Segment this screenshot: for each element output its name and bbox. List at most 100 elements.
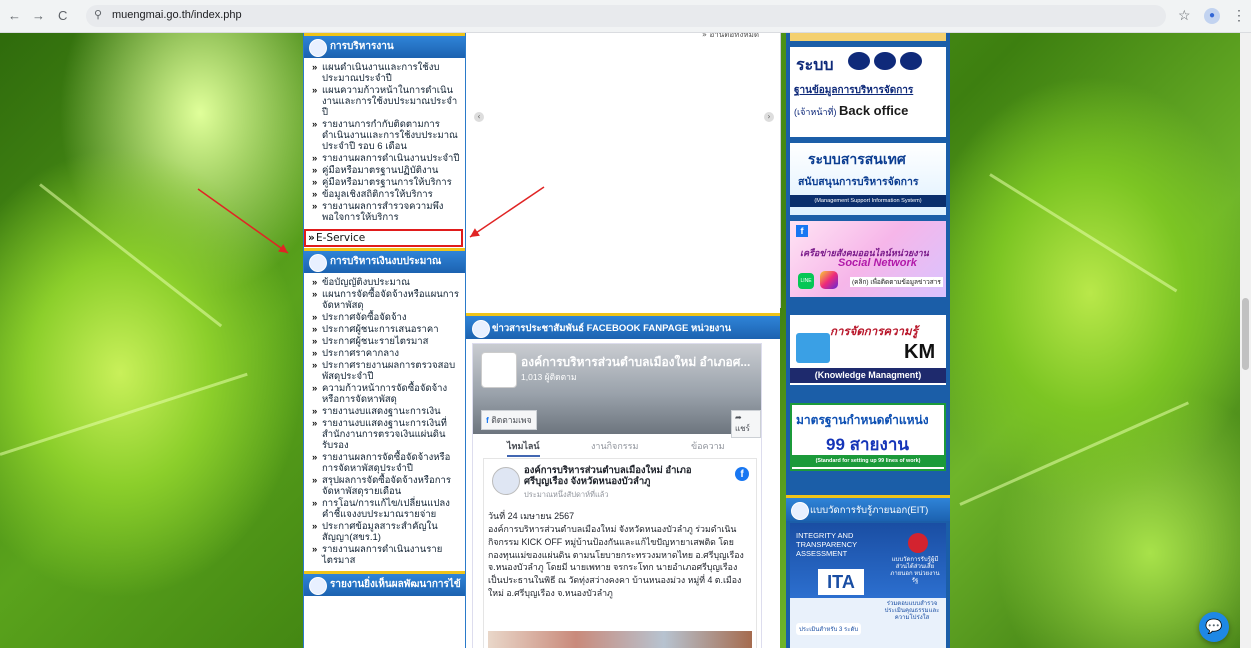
menu-item[interactable]: สรุปผลการจัดซื้อจัดจ้างหรือการจัดหาพัสดุ… bbox=[312, 475, 461, 497]
facebook-icon: f bbox=[796, 225, 808, 237]
post-author-name[interactable]: องค์การบริหารส่วนตำบลเมืองใหม่ อำเภอศรีบ… bbox=[524, 465, 724, 487]
carousel-prev-icon[interactable]: ‹ bbox=[474, 112, 484, 122]
menu-item[interactable]: รายงานงบแสดงฐานะการเงิน bbox=[312, 406, 461, 417]
line-icon: LINE bbox=[798, 273, 814, 289]
menu-item[interactable]: ประกาศผู้ชนะการเสนอราคา bbox=[312, 324, 461, 335]
book-icon bbox=[796, 333, 830, 363]
annotation-arrow-left bbox=[197, 188, 289, 254]
menu-item[interactable]: แผนการจัดซื้อจัดจ้างหรือแผนการจัดหาพัสดุ bbox=[312, 289, 461, 311]
menu-item[interactable]: ประกาศผู้ชนะรายไตรมาส bbox=[312, 336, 461, 347]
menu-item[interactable]: รายงานผลการสำรวจความพึงพอใจการให้บริการ bbox=[312, 201, 461, 223]
menu-item[interactable]: แผนความก้าวหน้าในการดำเนินงานและการใช้งบ… bbox=[312, 85, 461, 118]
e-service-link[interactable]: E-Service bbox=[304, 229, 463, 247]
address-bar[interactable]: ⚲ muengmai.go.th/index.php bbox=[86, 5, 1166, 27]
read-all-link[interactable]: » อ่านต่อทั้งหมด bbox=[702, 33, 759, 41]
section-header-report: รายงานยิ่งเห็นผลพัฒนาการไข้ bbox=[304, 571, 465, 596]
smp-backoffice-banner[interactable]: ระบบ ฐานข้อมูลการบริหารจัดการ (เจ้าหน้าท… bbox=[790, 47, 946, 137]
menu-item[interactable]: ข้อมูลเชิงสถิติการให้บริการ bbox=[312, 189, 461, 200]
info-system-banner[interactable]: ระบบสารสนเทศ สนับสนุนการบริหารจัดการ (Ma… bbox=[790, 143, 946, 215]
top-banner-partial[interactable] bbox=[790, 33, 946, 41]
person-icon bbox=[908, 533, 928, 553]
social-network-banner[interactable]: f เครือข่ายสังคมออนไลน์หน่วยงาน Social N… bbox=[790, 221, 946, 297]
section-title: แบบวัดการรับรู้ภายนอก(EIT) bbox=[810, 505, 929, 516]
bookmark-star-icon[interactable]: ☆ bbox=[1178, 7, 1191, 24]
budget-menu: ข้อบัญญัติงบประมาณ แผนการจัดซื้อจัดจ้างห… bbox=[304, 273, 465, 571]
menu-item[interactable]: คู่มือหรือมาตรฐานการให้บริการ bbox=[312, 177, 461, 188]
fb-share-button[interactable]: ➦ แชร์ bbox=[731, 410, 761, 438]
km-english: (Knowledge Managment) bbox=[790, 368, 946, 383]
browser-menu-icon[interactable]: ⋮ bbox=[1232, 7, 1246, 24]
facebook-page-widget: องค์การบริหารส่วนตำบลเมืองใหม่ อำเภอศ...… bbox=[472, 343, 762, 648]
back-office-label: Back office bbox=[838, 103, 909, 118]
menu-item[interactable]: รายงานผลการจัดซื้อจัดจ้างหรือการจัดหาพัส… bbox=[312, 452, 461, 474]
follow-label: ติดตามเพจ bbox=[491, 415, 532, 425]
system-icons bbox=[848, 52, 926, 73]
menu-item[interactable]: คู่มือหรือมาตรฐานปฏิบัติงาน bbox=[312, 165, 461, 176]
menu-item[interactable]: ประกาศรายงานผลการตรวจสอบพัสดุประจำปี bbox=[312, 360, 461, 382]
back-icon[interactable]: ← bbox=[8, 8, 21, 23]
menu-item[interactable]: รายงานการกำกับติดตามการดำเนินงานและการใช… bbox=[312, 119, 461, 152]
standard-positions-banner[interactable]: มาตรฐานกำหนดตำแหน่ง 99 สายงาน (Standard … bbox=[790, 403, 946, 471]
post-author-avatar[interactable] bbox=[492, 467, 520, 495]
main-content-column: » อ่านต่อทั้งหมด ‹ › ข่าวสารประชาสัมพันธ… bbox=[466, 33, 781, 648]
menu-item[interactable]: รายงานผลการดำเนินงานรายไตรมาส bbox=[312, 544, 461, 566]
section-title: การบริหารเงินงบประมาณ bbox=[330, 256, 442, 267]
section-title: การบริหารงาน bbox=[330, 41, 394, 52]
menu-item[interactable]: ประกาศราคากลาง bbox=[312, 348, 461, 359]
menu-item[interactable]: ประกาศข้อมูลสาระสำคัญในสัญญา(สขร.1) bbox=[312, 521, 461, 543]
facebook-f-icon: f bbox=[486, 415, 489, 425]
page-background: การบริหารงาน แผนดำเนินงานและการใช้งบประม… bbox=[0, 33, 1251, 648]
leaf-vein bbox=[0, 372, 248, 456]
fb-cover-photo[interactable]: องค์การบริหารส่วนตำบลเมืองใหม่ อำเภอศ...… bbox=[473, 344, 761, 438]
fb-follow-button[interactable]: f ติดตามเพจ bbox=[481, 410, 537, 430]
std-english: (Standard for setting up 99 lines of wor… bbox=[792, 455, 944, 467]
menu-item[interactable]: การโอน/การแก้ไข/เปลี่ยนแปลงคำชี้แจงงบประ… bbox=[312, 498, 461, 520]
menu-item[interactable]: ข้อบัญญัติงบประมาณ bbox=[312, 277, 461, 288]
fb-post: องค์การบริหารส่วนตำบลเมืองใหม่ อำเภอศรีบ… bbox=[483, 458, 757, 648]
ita-logo: ITA bbox=[818, 569, 864, 595]
menu-item[interactable]: แผนดำเนินงานและการใช้งบประมาณประจำปี bbox=[312, 62, 461, 84]
tab-messages[interactable]: ข้อความ bbox=[691, 439, 725, 453]
chat-bubble-icon[interactable]: 💬 bbox=[1199, 612, 1229, 642]
org-logo-icon bbox=[309, 254, 327, 272]
info-title: ระบบสารสนเทศ bbox=[808, 151, 906, 167]
post-timestamp[interactable]: ประมาณหนึ่งสัปดาห์ที่แล้ว bbox=[524, 489, 609, 501]
carousel-next-icon[interactable]: › bbox=[764, 112, 774, 122]
reload-icon[interactable]: C bbox=[58, 8, 67, 23]
km-abbr: KM bbox=[904, 341, 936, 363]
km-title: การจัดการความรู้ bbox=[830, 326, 918, 338]
menu-item[interactable]: ประกาศจัดซื้อจัดจ้าง bbox=[312, 312, 461, 323]
org-logo-icon bbox=[791, 502, 809, 520]
org-logo-icon bbox=[472, 320, 490, 338]
post-date: วันที่ 24 เมษายน 2567 bbox=[488, 511, 575, 521]
instagram-icon bbox=[820, 271, 838, 289]
ita-invite-text: ร่วมตอบแบบสำรวจ ประเมินคุณธรรมและความโปร… bbox=[884, 601, 940, 621]
ita-banner[interactable]: INTEGRITY AND TRANSPARENCY ASSESSMENT IT… bbox=[790, 523, 946, 648]
page-scrollbar[interactable] bbox=[1240, 33, 1251, 648]
smp-subtitle: ฐานข้อมูลการบริหารจัดการ bbox=[794, 85, 914, 96]
menu-item[interactable]: รายงานผลการดำเนินงานประจำปี bbox=[312, 153, 461, 164]
menu-item[interactable]: รายงานงบแสดงฐานะการเงินที่สำนักงานการตรว… bbox=[312, 418, 461, 451]
menu-item[interactable]: ความก้าวหน้าการจัดซื้อจัดจ้างหรือการจัดห… bbox=[312, 383, 461, 405]
scrollbar-thumb[interactable] bbox=[1242, 298, 1249, 370]
fb-page-logo[interactable] bbox=[481, 352, 517, 388]
post-photo[interactable] bbox=[488, 631, 752, 648]
org-logo-icon bbox=[309, 39, 327, 57]
browser-toolbar: ← → C ⚲ muengmai.go.th/index.php ☆ ● ⋮ bbox=[0, 0, 1251, 33]
section-header-administration: การบริหารงาน bbox=[304, 33, 465, 58]
site-info-icon[interactable]: ⚲ bbox=[94, 8, 102, 21]
social-subtitle: Social Network bbox=[838, 257, 917, 269]
tab-timeline[interactable]: ไทมไลน์ bbox=[507, 439, 540, 457]
smp-small: (เจ้าหน้าที่) bbox=[794, 107, 837, 117]
smp-title: ระบบ bbox=[796, 57, 834, 74]
facebook-icon[interactable]: f bbox=[735, 467, 749, 481]
url-text[interactable]: muengmai.go.th/index.php bbox=[112, 9, 242, 21]
forward-icon[interactable]: → bbox=[32, 8, 45, 23]
section-title: รายงานยิ่งเห็นผลพัฒนาการไข้ bbox=[330, 579, 461, 590]
fb-follower-count: 1,013 ผู้ติดตาม bbox=[521, 372, 577, 382]
administration-menu: แผนดำเนินงานและการใช้งบประมาณประจำปี แผน… bbox=[304, 58, 465, 228]
leaf-vein bbox=[959, 401, 1189, 506]
profile-avatar-icon[interactable]: ● bbox=[1204, 8, 1220, 24]
km-banner[interactable]: การจัดการความรู้ KM (Knowledge Managment… bbox=[790, 315, 946, 385]
tab-events[interactable]: งานกิจกรรม bbox=[591, 439, 638, 453]
